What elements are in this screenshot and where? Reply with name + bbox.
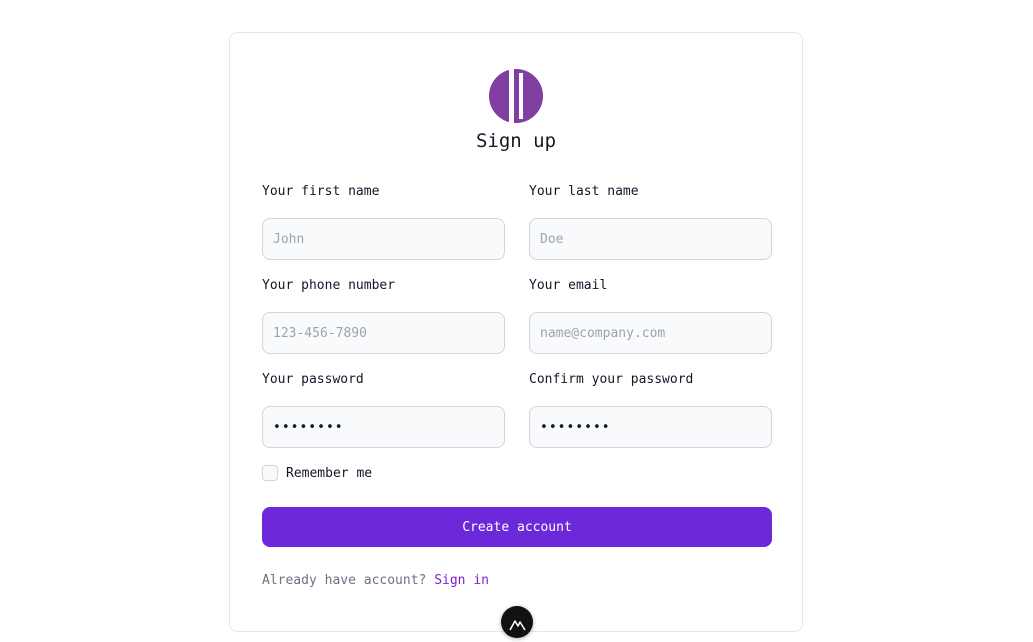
phone-group: Your phone number <box>262 277 505 354</box>
password-input[interactable] <box>262 406 505 448</box>
email-input[interactable] <box>529 312 772 354</box>
signup-card: Sign up Your first name Your last name Y… <box>229 32 803 632</box>
confirm-password-label: Confirm your password <box>529 372 694 387</box>
email-group: Your email <box>529 277 772 354</box>
signin-link[interactable]: Sign in <box>434 573 489 588</box>
last-name-group: Your last name <box>529 183 772 260</box>
first-name-input[interactable] <box>262 218 505 260</box>
first-name-label: Your first name <box>262 184 380 199</box>
first-name-group: Your first name <box>262 183 505 260</box>
mountain-logo-icon[interactable] <box>501 606 533 638</box>
last-name-input[interactable] <box>529 218 772 260</box>
last-name-label: Your last name <box>529 184 639 199</box>
create-account-button[interactable]: Create account <box>262 507 772 547</box>
remember-me-checkbox[interactable] <box>262 465 278 481</box>
email-label: Your email <box>529 278 608 293</box>
page-title: Sign up <box>475 130 557 152</box>
brand-logo-icon <box>489 69 543 123</box>
remember-me-label[interactable]: Remember me <box>286 466 372 481</box>
signin-prompt: Already have account? <box>262 573 427 588</box>
password-group: Your password <box>262 371 505 448</box>
mountain-glyph-icon <box>509 620 526 631</box>
remember-me-row: Remember me <box>262 465 372 481</box>
phone-label: Your phone number <box>262 278 396 293</box>
phone-input[interactable] <box>262 312 505 354</box>
signin-row: Already have account? Sign in <box>262 573 489 588</box>
password-label: Your password <box>262 372 364 387</box>
confirm-password-group: Confirm your password <box>529 371 772 448</box>
confirm-password-input[interactable] <box>529 406 772 448</box>
